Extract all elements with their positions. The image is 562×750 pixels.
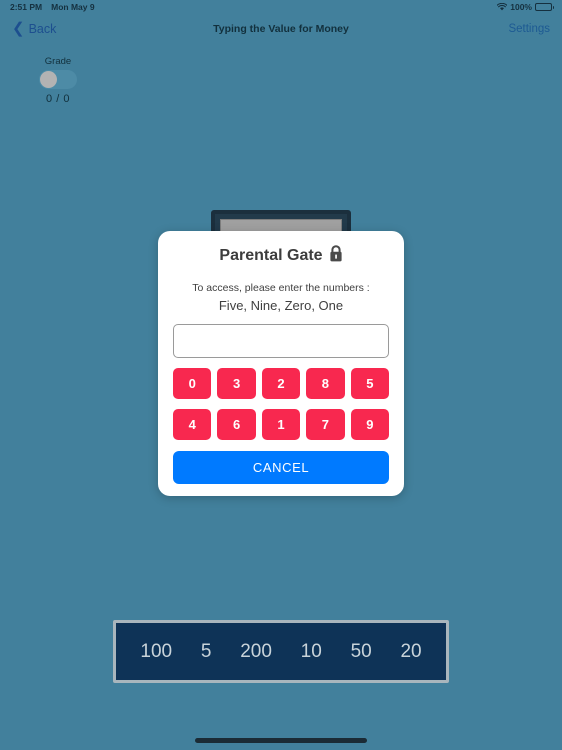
keypad-key[interactable]: 2 [261,368,301,400]
status-time: 2:51 PM [10,2,43,12]
grade-toggle[interactable] [39,70,77,89]
answer-option[interactable]: 5 [201,641,212,663]
answer-option[interactable]: 200 [240,641,272,663]
dialog-code-words: Five, Nine, Zero, One [218,298,344,314]
back-button[interactable]: ❮ Back [12,20,57,37]
status-bar-right: 100% [497,2,554,12]
status-bar: 2:51 PM Mon May 9 100% [0,0,562,14]
dialog-title: Parental Gate [219,247,323,264]
lock-icon [329,245,343,267]
grade-widget: Grade 0 / 0 [36,56,80,105]
answer-option[interactable]: 10 [301,641,322,663]
keypad-key[interactable]: 5 [350,368,390,400]
dialog-instruction: To access, please enter the numbers : [192,282,370,294]
settings-button[interactable]: Settings [508,23,550,35]
answer-option[interactable]: 100 [140,641,172,663]
chevron-left-icon: ❮ [12,20,25,37]
answer-option[interactable]: 50 [351,641,372,663]
keypad-key[interactable]: 7 [306,409,345,441]
keypad-key[interactable]: 8 [306,368,345,400]
wifi-icon [497,3,508,11]
grade-label: Grade [44,56,72,67]
keypad-row-1: 0 3 2 8 5 [173,368,390,400]
back-button-label: Back [28,22,57,36]
cancel-button[interactable]: CANCEL [173,451,389,485]
keypad-row-2: 4 6 1 7 9 [173,409,390,441]
grade-toggle-knob [40,71,57,88]
parental-gate-dialog: Parental Gate To access, please enter th… [158,231,404,497]
keypad-key[interactable]: 4 [173,409,212,441]
home-indicator[interactable] [195,738,367,743]
keypad-key[interactable]: 0 [173,368,212,400]
keypad-key[interactable]: 1 [261,409,301,441]
page-title: Typing the Value for Money [213,23,349,35]
battery-icon [535,3,554,11]
battery-percent: 100% [510,2,532,12]
dialog-title-row: Parental Gate [173,245,389,267]
nav-bar: ❮ Back Typing the Value for Money Settin… [0,14,562,44]
status-date: Mon May 9 [51,2,95,12]
keypad-key[interactable]: 9 [350,409,390,441]
grade-score: 0 / 0 [46,93,70,105]
status-bar-left: 2:51 PM Mon May 9 [10,2,95,12]
keypad-key[interactable]: 6 [217,409,256,441]
answer-options-bar: 100 5 200 10 50 20 [113,620,449,683]
keypad-key[interactable]: 3 [217,368,256,400]
answer-option[interactable]: 20 [400,641,421,663]
code-input[interactable] [173,324,389,359]
